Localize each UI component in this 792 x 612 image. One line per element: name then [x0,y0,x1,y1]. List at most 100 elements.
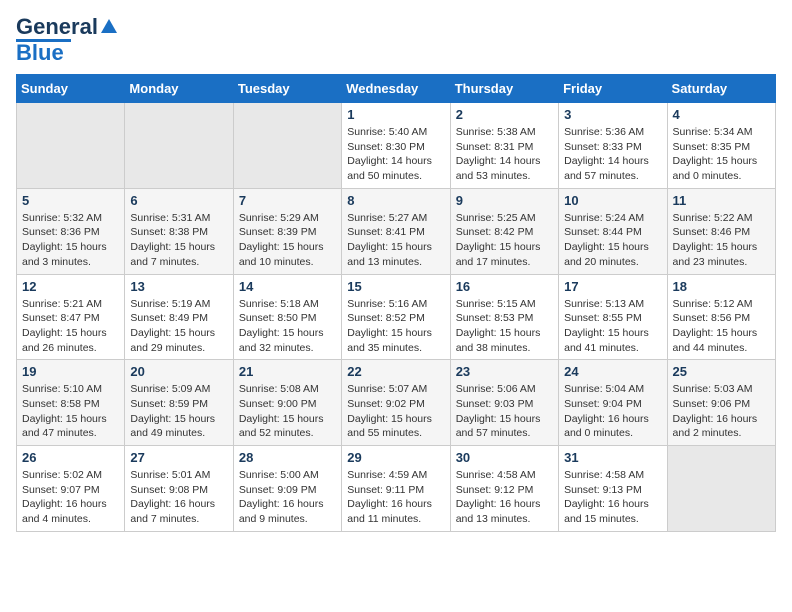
calendar-cell: 27 Sunrise: 5:01 AMSunset: 9:08 PMDayligh… [125,446,233,532]
day-info: Sunrise: 5:08 AMSunset: 9:00 PMDaylight:… [239,382,336,441]
calendar-cell: 23 Sunrise: 5:06 AMSunset: 9:03 PMDayligh… [450,360,558,446]
day-number: 20 [130,364,227,379]
day-info: Sunrise: 5:03 AMSunset: 9:06 PMDaylight:… [673,382,770,441]
day-number: 31 [564,450,661,465]
calendar-cell: 17 Sunrise: 5:13 AMSunset: 8:55 PMDayligh… [559,274,667,360]
day-number: 4 [673,107,770,122]
day-info: Sunrise: 5:02 AMSunset: 9:07 PMDaylight:… [22,468,119,527]
calendar-cell: 29 Sunrise: 4:59 AMSunset: 9:11 PMDayligh… [342,446,450,532]
calendar-cell: 4Sunrise: 5:34 AMSunset: 8:35 PMDaylight… [667,103,775,189]
calendar-cell: 8 Sunrise: 5:27 AMSunset: 8:41 PMDaylight… [342,188,450,274]
day-info: Sunrise: 5:12 AMSunset: 8:56 PMDaylight:… [673,297,770,356]
day-number: 28 [239,450,336,465]
day-number: 26 [22,450,119,465]
day-info: Sunrise: 5:31 AMSunset: 8:38 PMDaylight:… [130,211,227,270]
calendar-cell: 25 Sunrise: 5:03 AMSunset: 9:06 PMDayligh… [667,360,775,446]
calendar-cell: 6Sunrise: 5:31 AMSunset: 8:38 PMDaylight… [125,188,233,274]
day-info: Sunrise: 5:01 AMSunset: 9:08 PMDaylight:… [130,468,227,527]
day-info: Sunrise: 5:09 AMSunset: 8:59 PMDaylight:… [130,382,227,441]
day-number: 11 [673,193,770,208]
calendar-cell: 28Sunrise: 5:00 AMSunset: 9:09 PMDayligh… [233,446,341,532]
calendar-week-row: 26 Sunrise: 5:02 AMSunset: 9:07 PMDayligh… [17,446,776,532]
calendar-cell: 1 Sunrise: 5:40 AMSunset: 8:30 PMDaylight… [342,103,450,189]
day-number: 3 [564,107,661,122]
day-info: Sunrise: 4:58 AMSunset: 9:12 PMDaylight:… [456,468,553,527]
calendar-cell: 2 Sunrise: 5:38 AMSunset: 8:31 PMDaylight… [450,103,558,189]
calendar-cell: 7 Sunrise: 5:29 AMSunset: 8:39 PMDaylight… [233,188,341,274]
calendar-cell: 22Sunrise: 5:07 AMSunset: 9:02 PMDayligh… [342,360,450,446]
day-info: Sunrise: 5:13 AMSunset: 8:55 PMDaylight:… [564,297,661,356]
logo-blue: Blue [16,40,64,65]
day-info: Sunrise: 5:16 AMSunset: 8:52 PMDaylight:… [347,297,444,356]
day-number: 18 [673,279,770,294]
calendar-week-row: 1 Sunrise: 5:40 AMSunset: 8:30 PMDaylight… [17,103,776,189]
day-info: Sunrise: 5:10 AMSunset: 8:58 PMDaylight:… [22,382,119,441]
day-info: Sunrise: 5:06 AMSunset: 9:03 PMDaylight:… [456,382,553,441]
day-number: 8 [347,193,444,208]
day-info: Sunrise: 5:32 AMSunset: 8:36 PMDaylight:… [22,211,119,270]
calendar-week-row: 12 Sunrise: 5:21 AMSunset: 8:47 PMDayligh… [17,274,776,360]
day-number: 17 [564,279,661,294]
calendar-cell: 5Sunrise: 5:32 AMSunset: 8:36 PMDaylight… [17,188,125,274]
calendar-cell: 11 Sunrise: 5:22 AMSunset: 8:46 PMDayligh… [667,188,775,274]
day-number: 22 [347,364,444,379]
calendar-day-header: Thursday [450,75,558,103]
logo-arrow-icon [101,19,117,33]
day-info: Sunrise: 5:15 AMSunset: 8:53 PMDaylight:… [456,297,553,356]
day-number: 1 [347,107,444,122]
calendar-cell: 14 Sunrise: 5:18 AMSunset: 8:50 PMDayligh… [233,274,341,360]
calendar-cell: 9 Sunrise: 5:25 AMSunset: 8:42 PMDaylight… [450,188,558,274]
calendar-cell: 18 Sunrise: 5:12 AMSunset: 8:56 PMDayligh… [667,274,775,360]
calendar-cell [233,103,341,189]
day-info: Sunrise: 5:25 AMSunset: 8:42 PMDaylight:… [456,211,553,270]
calendar-day-header: Saturday [667,75,775,103]
calendar-cell: 13 Sunrise: 5:19 AMSunset: 8:49 PMDayligh… [125,274,233,360]
day-info: Sunrise: 4:59 AMSunset: 9:11 PMDaylight:… [347,468,444,527]
day-info: Sunrise: 5:27 AMSunset: 8:41 PMDaylight:… [347,211,444,270]
day-number: 23 [456,364,553,379]
day-number: 14 [239,279,336,294]
calendar-cell: 19 Sunrise: 5:10 AMSunset: 8:58 PMDayligh… [17,360,125,446]
day-info: Sunrise: 4:58 AMSunset: 9:13 PMDaylight:… [564,468,661,527]
calendar-day-header: Sunday [17,75,125,103]
day-number: 29 [347,450,444,465]
day-number: 9 [456,193,553,208]
day-number: 24 [564,364,661,379]
day-info: Sunrise: 5:36 AMSunset: 8:33 PMDaylight:… [564,125,661,184]
logo-general: General [16,16,98,38]
day-info: Sunrise: 5:40 AMSunset: 8:30 PMDaylight:… [347,125,444,184]
day-number: 30 [456,450,553,465]
day-number: 13 [130,279,227,294]
day-number: 27 [130,450,227,465]
day-number: 7 [239,193,336,208]
day-info: Sunrise: 5:29 AMSunset: 8:39 PMDaylight:… [239,211,336,270]
day-info: Sunrise: 5:38 AMSunset: 8:31 PMDaylight:… [456,125,553,184]
page-header: General Blue [16,16,776,66]
calendar-day-header: Friday [559,75,667,103]
calendar-week-row: 5Sunrise: 5:32 AMSunset: 8:36 PMDaylight… [17,188,776,274]
day-number: 10 [564,193,661,208]
day-number: 25 [673,364,770,379]
calendar-cell: 26 Sunrise: 5:02 AMSunset: 9:07 PMDayligh… [17,446,125,532]
calendar-cell: 16 Sunrise: 5:15 AMSunset: 8:53 PMDayligh… [450,274,558,360]
calendar-cell: 20 Sunrise: 5:09 AMSunset: 8:59 PMDayligh… [125,360,233,446]
day-number: 19 [22,364,119,379]
calendar-cell: 21Sunrise: 5:08 AMSunset: 9:00 PMDayligh… [233,360,341,446]
calendar-cell: 24 Sunrise: 5:04 AMSunset: 9:04 PMDayligh… [559,360,667,446]
calendar-cell: 10 Sunrise: 5:24 AMSunset: 8:44 PMDayligh… [559,188,667,274]
day-info: Sunrise: 5:21 AMSunset: 8:47 PMDaylight:… [22,297,119,356]
calendar-cell: 30 Sunrise: 4:58 AMSunset: 9:12 PMDayligh… [450,446,558,532]
day-info: Sunrise: 5:22 AMSunset: 8:46 PMDaylight:… [673,211,770,270]
calendar-cell: 31 Sunrise: 4:58 AMSunset: 9:13 PMDayligh… [559,446,667,532]
day-number: 12 [22,279,119,294]
day-number: 16 [456,279,553,294]
day-number: 2 [456,107,553,122]
calendar-table: SundayMondayTuesdayWednesdayThursdayFrid… [16,74,776,532]
day-info: Sunrise: 5:18 AMSunset: 8:50 PMDaylight:… [239,297,336,356]
calendar-day-header: Wednesday [342,75,450,103]
day-info: Sunrise: 5:24 AMSunset: 8:44 PMDaylight:… [564,211,661,270]
calendar-cell: 3 Sunrise: 5:36 AMSunset: 8:33 PMDaylight… [559,103,667,189]
day-info: Sunrise: 5:19 AMSunset: 8:49 PMDaylight:… [130,297,227,356]
calendar-day-header: Tuesday [233,75,341,103]
day-info: Sunrise: 5:04 AMSunset: 9:04 PMDaylight:… [564,382,661,441]
